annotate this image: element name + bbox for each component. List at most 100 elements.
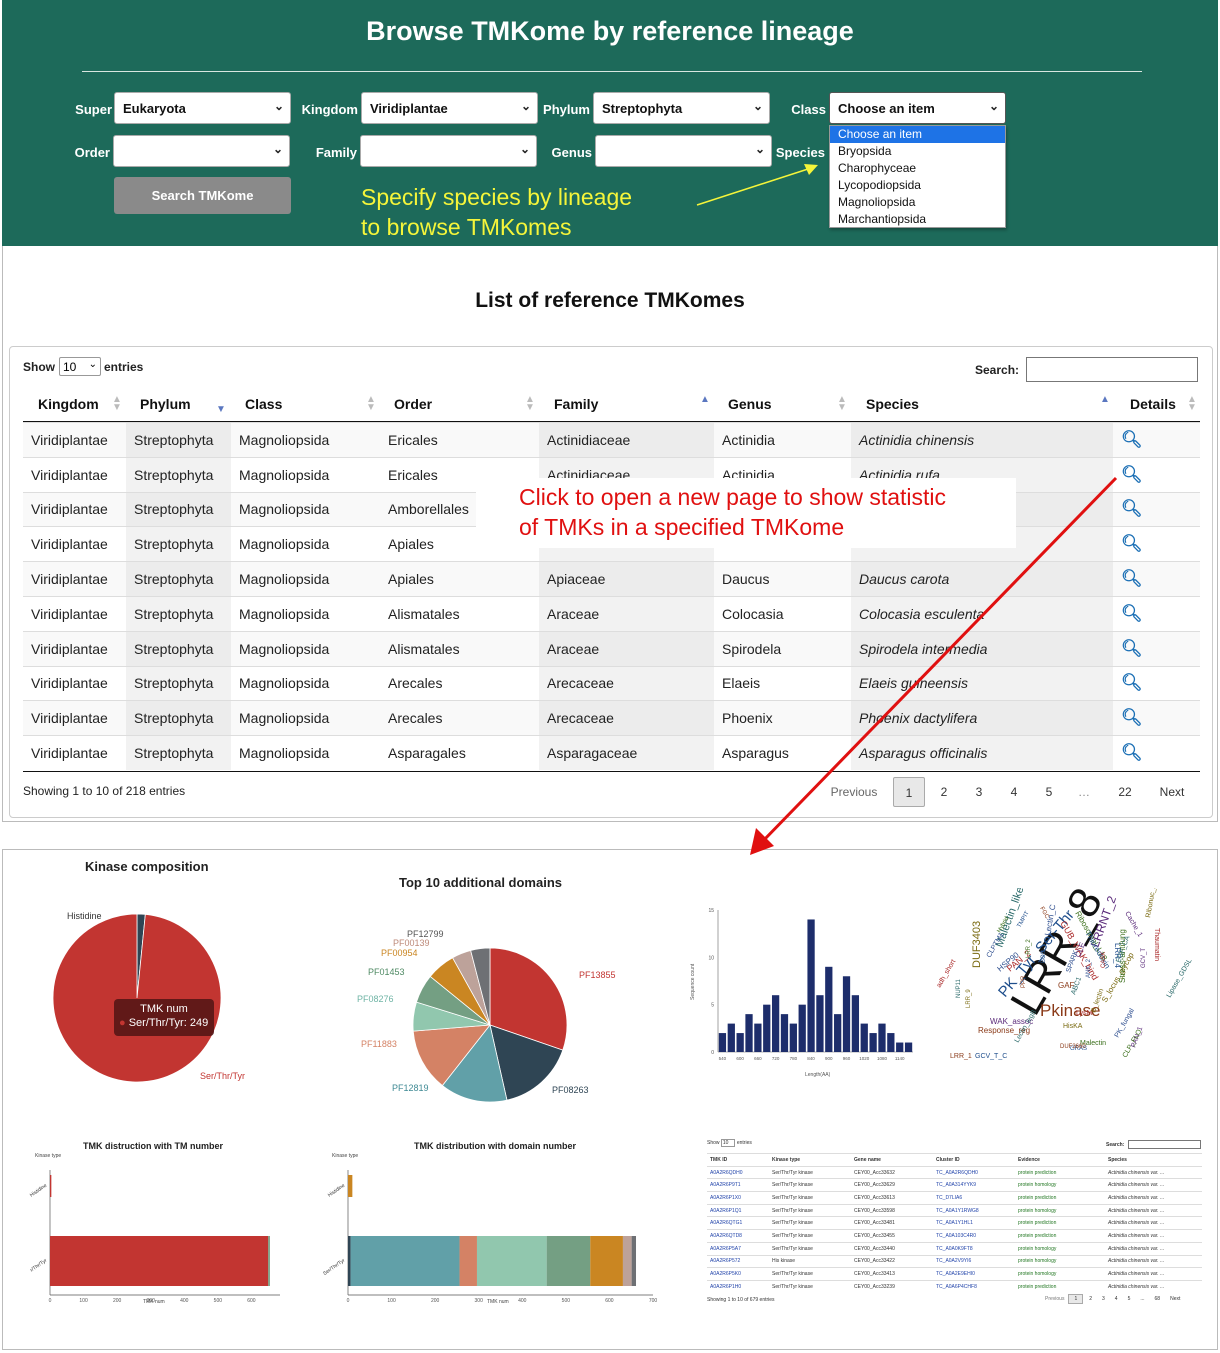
column-header-phylum[interactable]: Phylum xyxy=(140,396,191,412)
tooltip-value: Ser/Thr/Tyr: 249 xyxy=(128,1017,209,1029)
class-option[interactable]: Marchantiopsida xyxy=(830,211,1005,228)
genus-label: Genus xyxy=(551,145,592,160)
tmk-id-link[interactable]: A0A2R6QTG1 xyxy=(707,1216,769,1230)
mini-page-2[interactable]: 2 xyxy=(1089,1296,1092,1302)
word-cloud-word: ABC1 xyxy=(1070,976,1083,996)
class-dropdown-list[interactable]: Choose an item Bryopsida Charophyceae Ly… xyxy=(829,125,1006,228)
cluster-id-link[interactable]: TC_A0A6P4CHF8 xyxy=(933,1279,1015,1294)
order-select[interactable]: ⌄ xyxy=(113,135,290,167)
column-header-kingdom[interactable]: Kingdom xyxy=(38,396,99,412)
phylum-select[interactable]: Streptophyta ⌄ xyxy=(593,92,770,124)
mini-length-select[interactable]: 10 xyxy=(720,1139,736,1147)
cluster-id-link[interactable]: TC_A0A2R6QDH0 xyxy=(933,1165,1015,1179)
search-label: Search: xyxy=(975,363,1020,377)
column-header-species[interactable]: Species xyxy=(866,396,919,412)
class-option[interactable]: Choose an item xyxy=(830,126,1005,143)
cell-phylum: Streptophyta xyxy=(126,700,231,736)
mini-cell: Actinidia chinensis var. ... xyxy=(1105,1254,1202,1268)
mini-search-input[interactable] xyxy=(1128,1140,1201,1149)
stacked-bar-segment xyxy=(50,1175,52,1197)
tmk-id-link[interactable]: A0A2R6QDH0 xyxy=(707,1165,769,1179)
mini-col-cluster-id[interactable]: Cluster ID xyxy=(933,1153,1015,1167)
cell-family: Apiaceae xyxy=(539,561,714,597)
super-select[interactable]: Eukaryota ⌄ xyxy=(114,92,291,124)
cluster-id-link[interactable]: TC_A0A314YYK9 xyxy=(933,1178,1015,1192)
mini-page-1[interactable]: 1 xyxy=(1068,1294,1084,1304)
class-option[interactable]: Charophyceae xyxy=(830,160,1005,177)
entries-length-select[interactable]: 10 ⌄ xyxy=(59,357,101,376)
cell-kingdom: Viridiplantae xyxy=(23,630,126,667)
word-cloud-word: Lipase_GDSL xyxy=(1166,958,1194,999)
column-header-details[interactable]: Details xyxy=(1130,396,1176,412)
mini-page-4[interactable]: 4 xyxy=(1115,1296,1118,1302)
search-tmkome-button[interactable]: Search TMKome xyxy=(114,177,291,214)
mini-cell: protein prediction xyxy=(1015,1165,1105,1179)
tmk-id-link[interactable]: A0A2R6P1X0 xyxy=(707,1191,769,1205)
bar-x-tick: 0 xyxy=(49,1298,52,1304)
histogram-x-tick: 960 xyxy=(843,1056,851,1061)
cluster-id-link[interactable]: TC_A0A1Y1RWG8 xyxy=(933,1203,1015,1217)
search-input[interactable] xyxy=(1026,357,1198,382)
histogram-bar xyxy=(860,1023,868,1052)
tmk-id-link[interactable]: A0A2R6P9T1 xyxy=(707,1178,769,1192)
red-arrow xyxy=(750,476,1118,855)
table-row: A0A2R6P1X0 Ser/Thr/Tyr kinase CEY00_Acc336… xyxy=(707,1191,1202,1205)
bar-x-tick: 500 xyxy=(214,1298,223,1304)
tmk-id-link[interactable]: A0A2R6P1Q1 xyxy=(707,1203,769,1217)
mini-cell: CEY00_Acc33239 xyxy=(851,1279,933,1294)
cell-order: Arecales xyxy=(380,665,539,701)
list-title: List of reference TMKomes xyxy=(475,289,745,312)
pagination-next[interactable]: Next xyxy=(1150,777,1194,807)
family-select[interactable]: ⌄ xyxy=(360,135,537,167)
column-header-class[interactable]: Class xyxy=(245,396,282,412)
kinase-composition-title: Kinase composition xyxy=(85,859,209,874)
column-header-genus[interactable]: Genus xyxy=(728,396,772,412)
cell-class: Magnoliopsida xyxy=(231,561,380,597)
cell-class: Magnoliopsida xyxy=(231,422,380,458)
table-row: A0A2R6P1Q1 Ser/Thr/Tyr kinase CEY00_Acc335… xyxy=(707,1203,1202,1217)
mini-page-previous[interactable]: Previous xyxy=(1045,1296,1064,1302)
cluster-id-link[interactable]: TC_D7LIA6 xyxy=(933,1191,1015,1205)
word-cloud-word: TMPIT xyxy=(1017,910,1031,929)
column-header-order[interactable]: Order xyxy=(394,396,432,412)
class-option[interactable]: Bryopsida xyxy=(830,143,1005,160)
cell-phylum: Streptophyta xyxy=(126,735,231,771)
mini-page-3[interactable]: 3 xyxy=(1102,1296,1105,1302)
cell-phylum: Streptophyta xyxy=(126,526,231,562)
mini-col-tmk-id[interactable]: TMK ID xyxy=(707,1153,769,1167)
cluster-id-link[interactable]: TC_A0A103C4R0 xyxy=(933,1229,1015,1243)
tmk-id-link[interactable]: A0A2R6QTD8 xyxy=(707,1229,769,1243)
tmk-id-link[interactable]: A0A2R6P1H0 xyxy=(707,1279,769,1294)
cluster-id-link[interactable]: TC_A0A2V9YI6 xyxy=(933,1254,1015,1268)
tmk-id-link[interactable]: A0A2R6P5K0 xyxy=(707,1267,769,1281)
kinase-type-axis-label: Kinase type xyxy=(35,1153,62,1159)
mini-page-5[interactable]: 5 xyxy=(1128,1296,1131,1302)
mini-page-next[interactable]: Next xyxy=(1170,1296,1180,1302)
kingdom-select[interactable]: Viridiplantae ⌄ xyxy=(361,92,538,124)
tmk-mini-table: TMK ID Kinase type Gene name Cluster ID Evid… xyxy=(707,1153,1202,1294)
mini-col-kinase-type[interactable]: Kinase type xyxy=(769,1153,851,1167)
pie-slice xyxy=(52,913,222,1083)
super-label: Super xyxy=(75,102,112,117)
class-option[interactable]: Lycopodiopsida xyxy=(830,177,1005,194)
class-select[interactable]: Choose an item ⌄ xyxy=(829,92,1006,124)
cell-order: Alismatales xyxy=(380,630,539,667)
mini-col-gene-name[interactable]: Gene name xyxy=(851,1153,933,1167)
tm-number-bar-chart: Histidiner/Thr/Tyr0100200300400500600700 xyxy=(29,1170,280,1304)
mini-page-68[interactable]: 68 xyxy=(1155,1296,1161,1302)
search-details-icon[interactable]: 🔍︎ xyxy=(1121,430,1143,449)
stacked-bar-segment xyxy=(459,1236,477,1286)
tmk-id-link[interactable]: A0A2R6P5A7 xyxy=(707,1241,769,1255)
cluster-id-link[interactable]: TC_A0A1Y1HL1 xyxy=(933,1216,1015,1230)
bar-x-tick: 700 xyxy=(649,1298,658,1304)
mini-col-species[interactable]: Species xyxy=(1105,1153,1202,1167)
histogram-y-tick: 10 xyxy=(708,955,714,961)
mini-cell: protein homology xyxy=(1015,1203,1105,1217)
tmk-id-link[interactable]: A0A2R6P572 xyxy=(707,1254,769,1268)
cluster-id-link[interactable]: TC_A0A0K9FT8 xyxy=(933,1241,1015,1255)
cluster-id-link[interactable]: TC_A0A2E9EHI0 xyxy=(933,1267,1015,1281)
class-option[interactable]: Magnoliopsida xyxy=(830,194,1005,211)
mini-col-evidence[interactable]: Evidence xyxy=(1015,1153,1105,1167)
column-header-family[interactable]: Family xyxy=(554,396,598,412)
domain-label: PF00954 xyxy=(381,948,418,958)
